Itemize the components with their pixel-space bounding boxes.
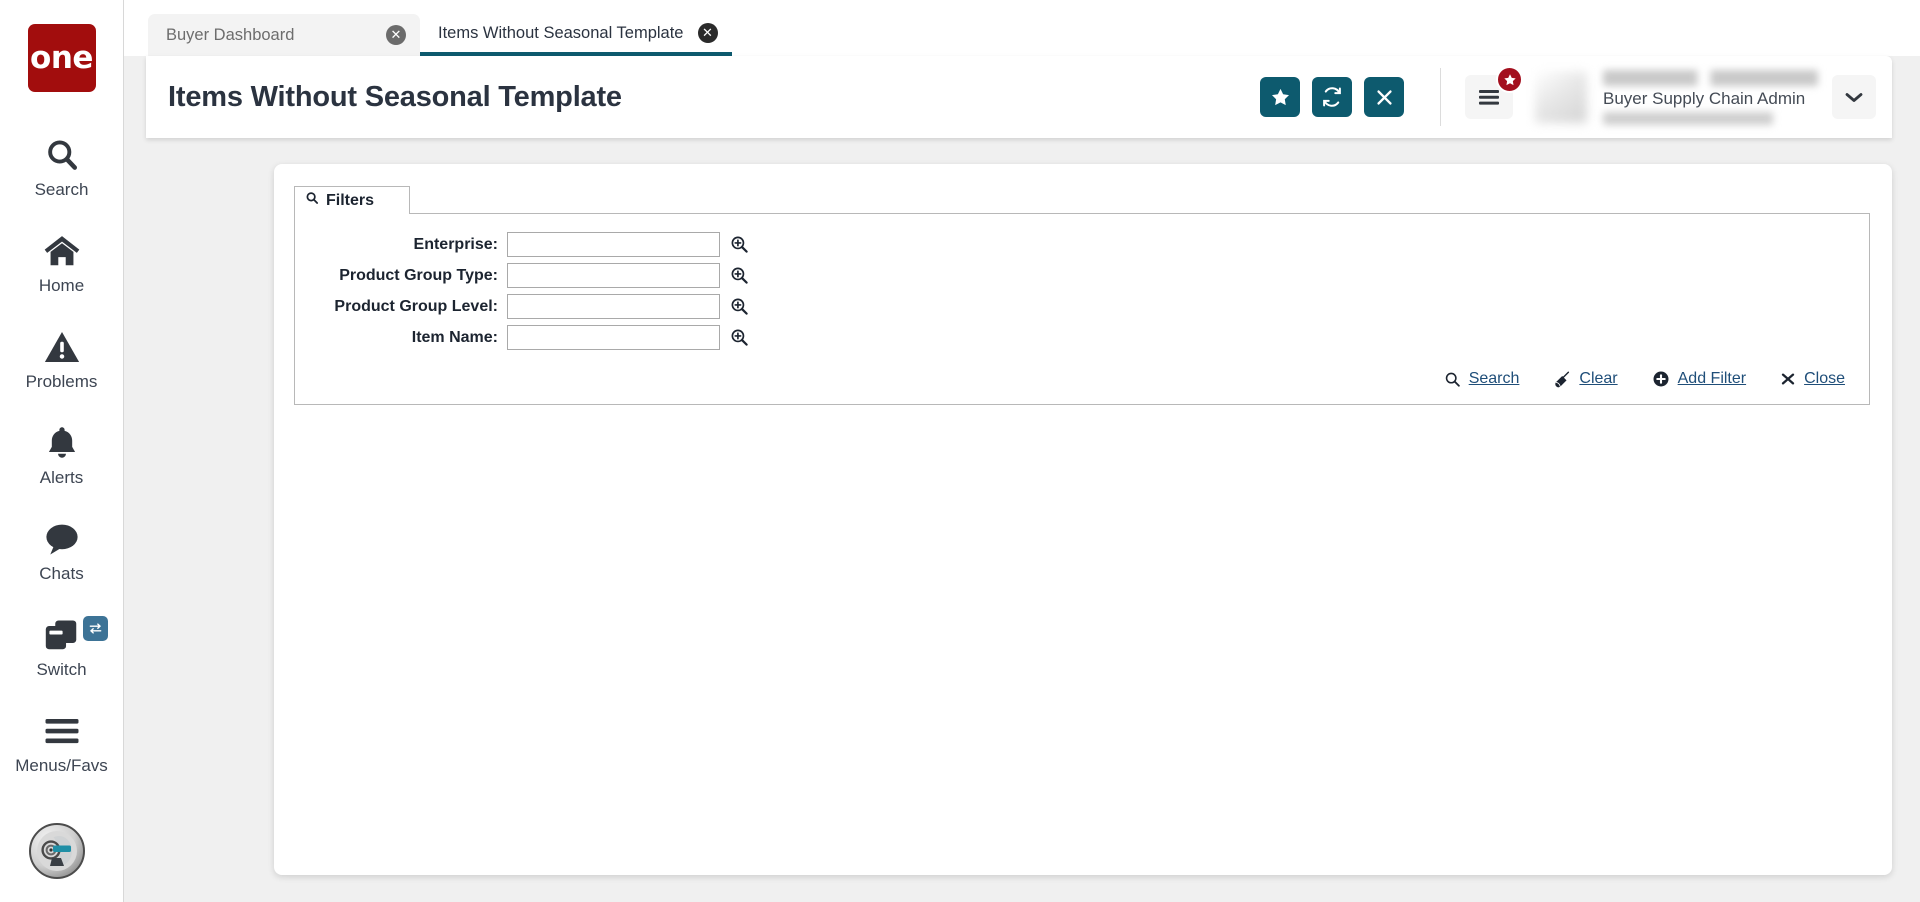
magnifier-plus-icon[interactable] bbox=[729, 327, 750, 348]
plus-circle-icon bbox=[1652, 370, 1670, 388]
filter-search-action[interactable]: Search bbox=[1444, 370, 1520, 388]
magnifier-plus-icon[interactable] bbox=[729, 265, 750, 286]
filter-action-label: Clear bbox=[1579, 370, 1618, 387]
sidebar-item-switch[interactable]: Switch bbox=[0, 598, 123, 694]
bell-icon bbox=[46, 422, 78, 464]
filters-tab-header[interactable]: Filters bbox=[294, 186, 410, 214]
header-divider bbox=[1440, 68, 1441, 126]
tab-strip: Buyer Dashboard ✕ Items Without Seasonal… bbox=[148, 14, 732, 56]
search-icon bbox=[44, 134, 80, 176]
product-group-type-input[interactable] bbox=[507, 263, 720, 288]
broom-icon bbox=[1553, 370, 1571, 388]
tab-label: Items Without Seasonal Template bbox=[438, 23, 684, 42]
close-circle-icon[interactable]: ✕ bbox=[386, 25, 406, 45]
switch-toggle-badge[interactable] bbox=[82, 616, 108, 641]
filter-label: Product Group Level: bbox=[334, 297, 498, 315]
ai-assistant-avatar-icon[interactable] bbox=[29, 823, 85, 879]
sidebar-nav: Search Home Problems Alerts Chats Switch… bbox=[0, 118, 123, 790]
filters-body: Enterprise: Product Group Type: Product … bbox=[294, 213, 1870, 405]
filter-action-label: Add Filter bbox=[1677, 370, 1747, 387]
user-org bbox=[1603, 111, 1773, 125]
user-name bbox=[1603, 69, 1818, 86]
sidebar-item-label: Switch bbox=[36, 660, 87, 679]
filters-section: Filters Enterprise: Product Group Type: … bbox=[294, 186, 1870, 405]
filter-row-product-group-type: Product Group Type: bbox=[295, 263, 1869, 288]
filter-row-item-name: Item Name: bbox=[295, 325, 1869, 350]
sidebar-item-chats[interactable]: Chats bbox=[0, 502, 123, 598]
main-area: Buyer Dashboard ✕ Items Without Seasonal… bbox=[124, 0, 1920, 902]
refresh-button[interactable] bbox=[1312, 77, 1352, 117]
filters-tab-label: Filters bbox=[326, 191, 375, 209]
hamburger-icon bbox=[44, 710, 80, 752]
content-panel: Filters Enterprise: Product Group Type: … bbox=[274, 164, 1892, 875]
sidebar-item-label: Home bbox=[38, 276, 85, 295]
filter-label: Enterprise: bbox=[413, 235, 498, 253]
filter-label: Product Group Type: bbox=[339, 266, 498, 284]
tab-items-without-seasonal-template[interactable]: Items Without Seasonal Template ✕ bbox=[420, 14, 732, 56]
search-icon bbox=[1444, 371, 1461, 388]
left-sidebar: one Search Home Problems Alerts Chats Sw… bbox=[0, 0, 124, 902]
favorite-button[interactable] bbox=[1260, 77, 1300, 117]
menu-favorites-button[interactable] bbox=[1465, 66, 1523, 119]
app-root: one Search Home Problems Alerts Chats Sw… bbox=[0, 0, 1920, 902]
sidebar-item-search[interactable]: Search bbox=[0, 118, 123, 214]
search-icon bbox=[305, 191, 319, 210]
app-logo[interactable]: one bbox=[27, 24, 96, 92]
filter-add-filter-action[interactable]: Add Filter bbox=[1652, 370, 1746, 388]
logo-text: one bbox=[30, 39, 93, 76]
sidebar-item-label: Chats bbox=[39, 564, 84, 583]
header-actions: Buyer Supply Chain Admin bbox=[1248, 66, 1892, 126]
sidebar-item-alerts[interactable]: Alerts bbox=[0, 406, 123, 502]
user-role: Buyer Supply Chain Admin bbox=[1603, 88, 1806, 108]
magnifier-plus-icon[interactable] bbox=[729, 296, 750, 317]
tab-label: Buyer Dashboard bbox=[166, 25, 295, 44]
filter-row-enterprise: Enterprise: bbox=[295, 232, 1869, 257]
user-menu-chevron-down-icon[interactable] bbox=[1832, 75, 1876, 119]
x-icon bbox=[1780, 371, 1796, 387]
magnifier-plus-icon[interactable] bbox=[729, 234, 750, 255]
sidebar-item-label: Menus/Favs bbox=[15, 756, 108, 775]
sidebar-item-home[interactable]: Home bbox=[0, 214, 123, 310]
sidebar-item-label: Alerts bbox=[39, 468, 84, 487]
avatar bbox=[1535, 71, 1587, 123]
page-header: Items Without Seasonal Template Buyer Su… bbox=[146, 56, 1892, 138]
user-info: Buyer Supply Chain Admin bbox=[1603, 69, 1818, 125]
chat-bubble-icon bbox=[44, 518, 80, 560]
product-group-level-input[interactable] bbox=[507, 294, 720, 319]
sidebar-item-menus-favs[interactable]: Menus/Favs bbox=[0, 694, 123, 790]
filter-action-label: Search bbox=[1468, 370, 1520, 387]
sidebar-item-label: Problems bbox=[25, 372, 98, 391]
close-circle-icon[interactable]: ✕ bbox=[697, 23, 718, 43]
home-icon bbox=[43, 230, 81, 272]
filter-clear-action[interactable]: Clear bbox=[1553, 370, 1618, 388]
switch-windows-icon bbox=[44, 614, 108, 656]
sidebar-item-problems[interactable]: Problems bbox=[0, 310, 123, 406]
page-title: Items Without Seasonal Template bbox=[168, 80, 622, 113]
filter-actions: Search Clear Add Filter Close bbox=[295, 356, 1869, 390]
tab-bar: Buyer Dashboard ✕ Items Without Seasonal… bbox=[124, 0, 1920, 56]
item-name-input[interactable] bbox=[507, 325, 720, 350]
sidebar-item-label: Search bbox=[34, 180, 89, 199]
close-button[interactable] bbox=[1364, 77, 1404, 117]
warning-triangle-icon bbox=[44, 326, 80, 368]
tab-buyer-dashboard[interactable]: Buyer Dashboard ✕ bbox=[148, 14, 420, 56]
filter-close-action[interactable]: Close bbox=[1780, 370, 1845, 388]
enterprise-input[interactable] bbox=[507, 232, 720, 257]
filter-label: Item Name: bbox=[411, 328, 498, 346]
favorites-badge bbox=[1496, 66, 1523, 93]
filter-action-label: Close bbox=[1804, 370, 1845, 387]
filter-row-product-group-level: Product Group Level: bbox=[295, 294, 1869, 319]
